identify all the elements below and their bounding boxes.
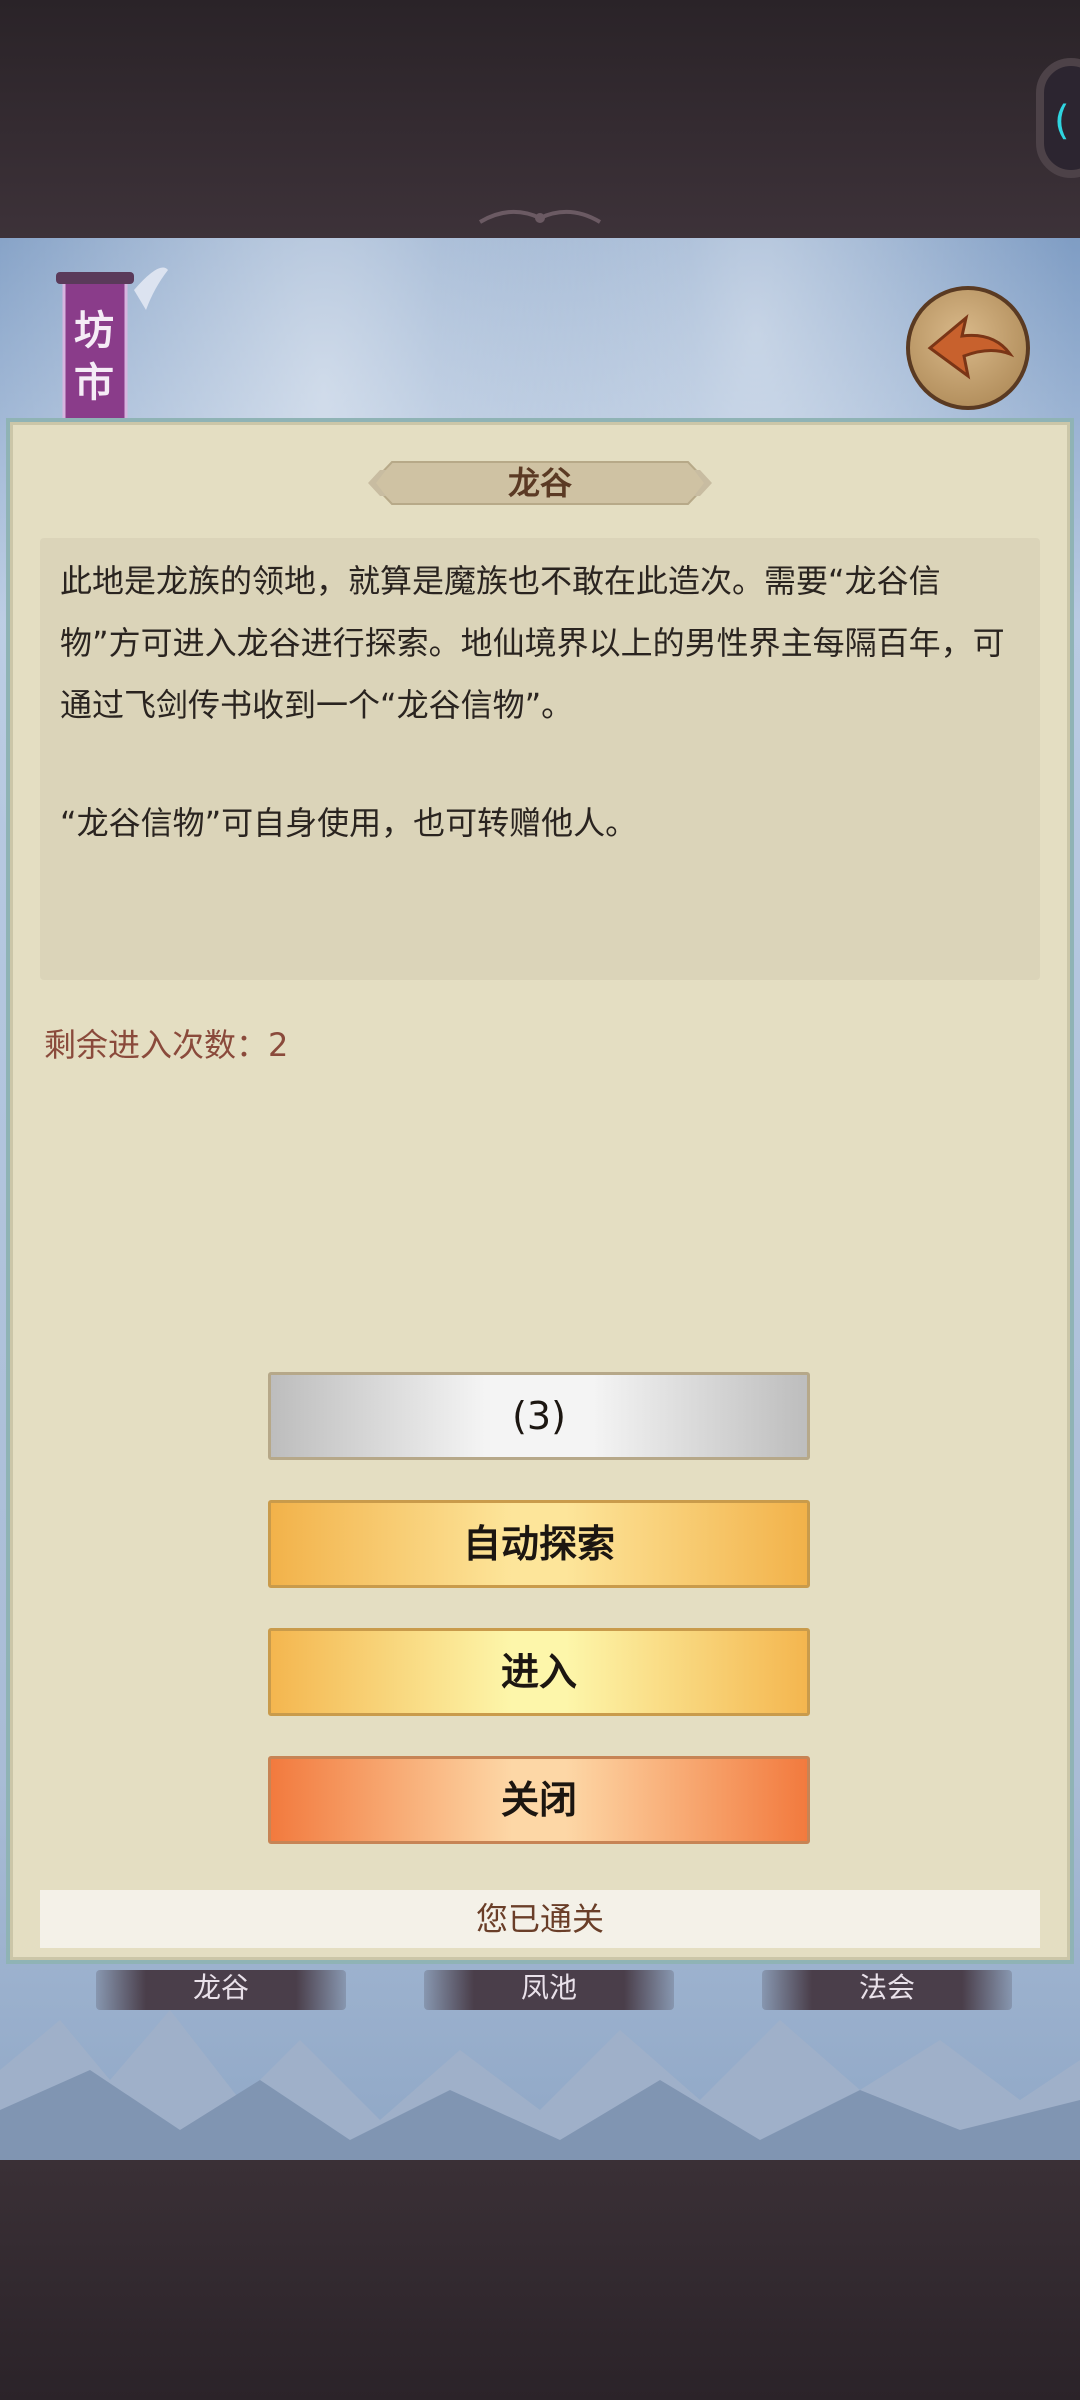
cleared-status: 您已通关	[40, 1890, 1040, 1948]
tab-fengchi[interactable]: 凤池	[424, 1970, 674, 2010]
bottom-tab-bar: 龙谷 凤池 法会	[0, 1970, 1080, 2010]
remaining-label: 剩余进入次数：	[44, 1026, 269, 1064]
enter-button[interactable]: 进入	[268, 1628, 810, 1716]
tab-longgu[interactable]: 龙谷	[96, 1970, 346, 2010]
tab-fahui[interactable]: 法会	[762, 1970, 1012, 2010]
description-paragraph-1: 此地是龙族的领地，就算是魔族也不敢在此造次。需要“龙谷信物”方可进入龙谷进行探索…	[60, 562, 1005, 724]
remaining-entries: 剩余进入次数：2	[44, 1020, 288, 1066]
status-widget-icon: (	[1054, 98, 1070, 144]
back-arrow-icon	[927, 314, 1014, 380]
disabled-button[interactable]: (3)	[268, 1372, 810, 1460]
close-button[interactable]: 关闭	[268, 1756, 810, 1844]
status-widget[interactable]: (	[1036, 58, 1080, 178]
ornament-icon	[478, 209, 602, 224]
bottom-dark-band	[0, 2160, 1080, 2400]
auto-explore-button[interactable]: 自动探索	[268, 1500, 810, 1588]
description-paragraph-2: “龙谷信物”可自身使用，也可转赠他人。	[60, 804, 638, 842]
banner-label: 坊市	[74, 307, 114, 406]
remaining-count: 2	[268, 1026, 289, 1064]
back-button[interactable]	[906, 286, 1030, 410]
dialog-title: 龙谷	[507, 464, 572, 502]
